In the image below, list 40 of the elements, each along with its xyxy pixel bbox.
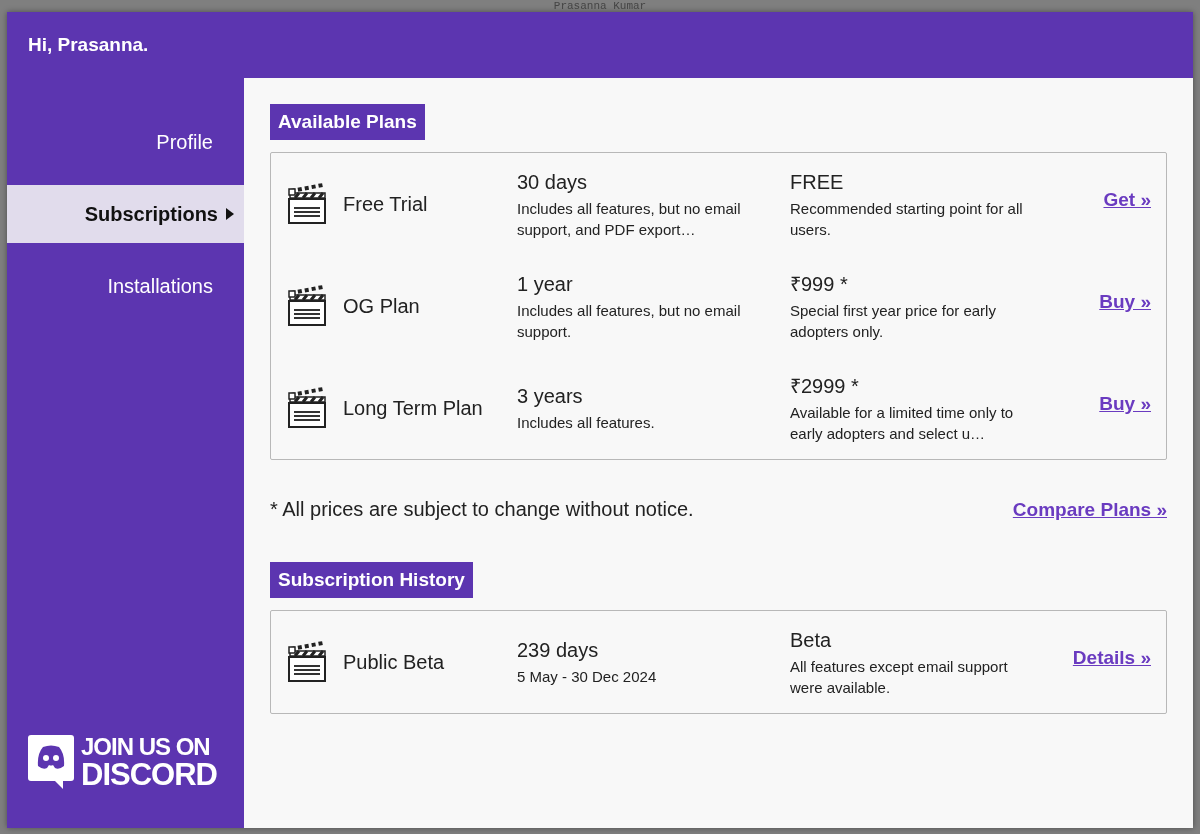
greeting: Hi, Prasanna.	[28, 34, 149, 56]
price-description: All features except email support were available.	[790, 656, 1009, 698]
clapperboard-icon	[287, 183, 327, 225]
compare-link[interactable]: Compare Plans »	[1012, 498, 1167, 521]
plan-description: Includes all features, but no email support.	[517, 300, 742, 342]
price-description: Recommended starting point for all users.	[790, 198, 1024, 240]
plan-description: Includes all features.	[517, 413, 656, 433]
plan-price: FREE	[790, 169, 845, 195]
action-link[interactable]: Get »	[1103, 189, 1151, 211]
clapperboard-icon	[287, 641, 327, 683]
discord-banner[interactable]: JOIN US ON DISCORD	[27, 734, 244, 790]
section-heading: Available Plans	[270, 104, 425, 140]
plan-description: Includes all features, but no email support, and PDF export…	[517, 198, 742, 240]
plan-name: Free Trial	[343, 192, 429, 216]
plan-name: Long Term Plan	[343, 396, 484, 420]
action-link[interactable]: Details »	[1072, 647, 1151, 669]
chat-icon	[27, 734, 75, 790]
plan-duration: 30 days	[517, 169, 589, 195]
plan-price: ₹999 *	[790, 271, 849, 297]
plan-duration: 1 year	[517, 271, 574, 297]
plan-name: Public Beta	[343, 650, 446, 674]
price-description: Available for a limited time only to early adopters and select u…	[790, 402, 1015, 444]
plan-description: 5 May - 30 Dec 2024	[517, 667, 658, 687]
price-description: Special first year price for early adopters only.	[790, 300, 997, 342]
action-link[interactable]: Buy »	[1099, 291, 1151, 313]
plan-price: Beta	[790, 627, 833, 653]
sidebar-item[interactable]: Installations	[7, 257, 244, 315]
footnote: * All prices are subject to change without notice.	[270, 498, 694, 521]
plan-duration: 3 years	[517, 384, 584, 409]
plan-duration: 239 days	[517, 638, 600, 663]
section-heading: Subscription History	[270, 562, 473, 598]
caret-icon	[226, 208, 234, 220]
plan-name: OG Plan	[343, 294, 421, 318]
sidebar-item[interactable]: Subscriptions	[7, 185, 244, 243]
action-link[interactable]: Buy »	[1099, 393, 1151, 415]
page-title: Prasanna Kumar	[552, 0, 648, 12]
sidebar-item[interactable]: Profile	[7, 113, 244, 171]
plan-price: ₹2999 *	[790, 373, 860, 399]
clapperboard-icon	[287, 285, 327, 327]
clapperboard-icon	[287, 387, 327, 429]
